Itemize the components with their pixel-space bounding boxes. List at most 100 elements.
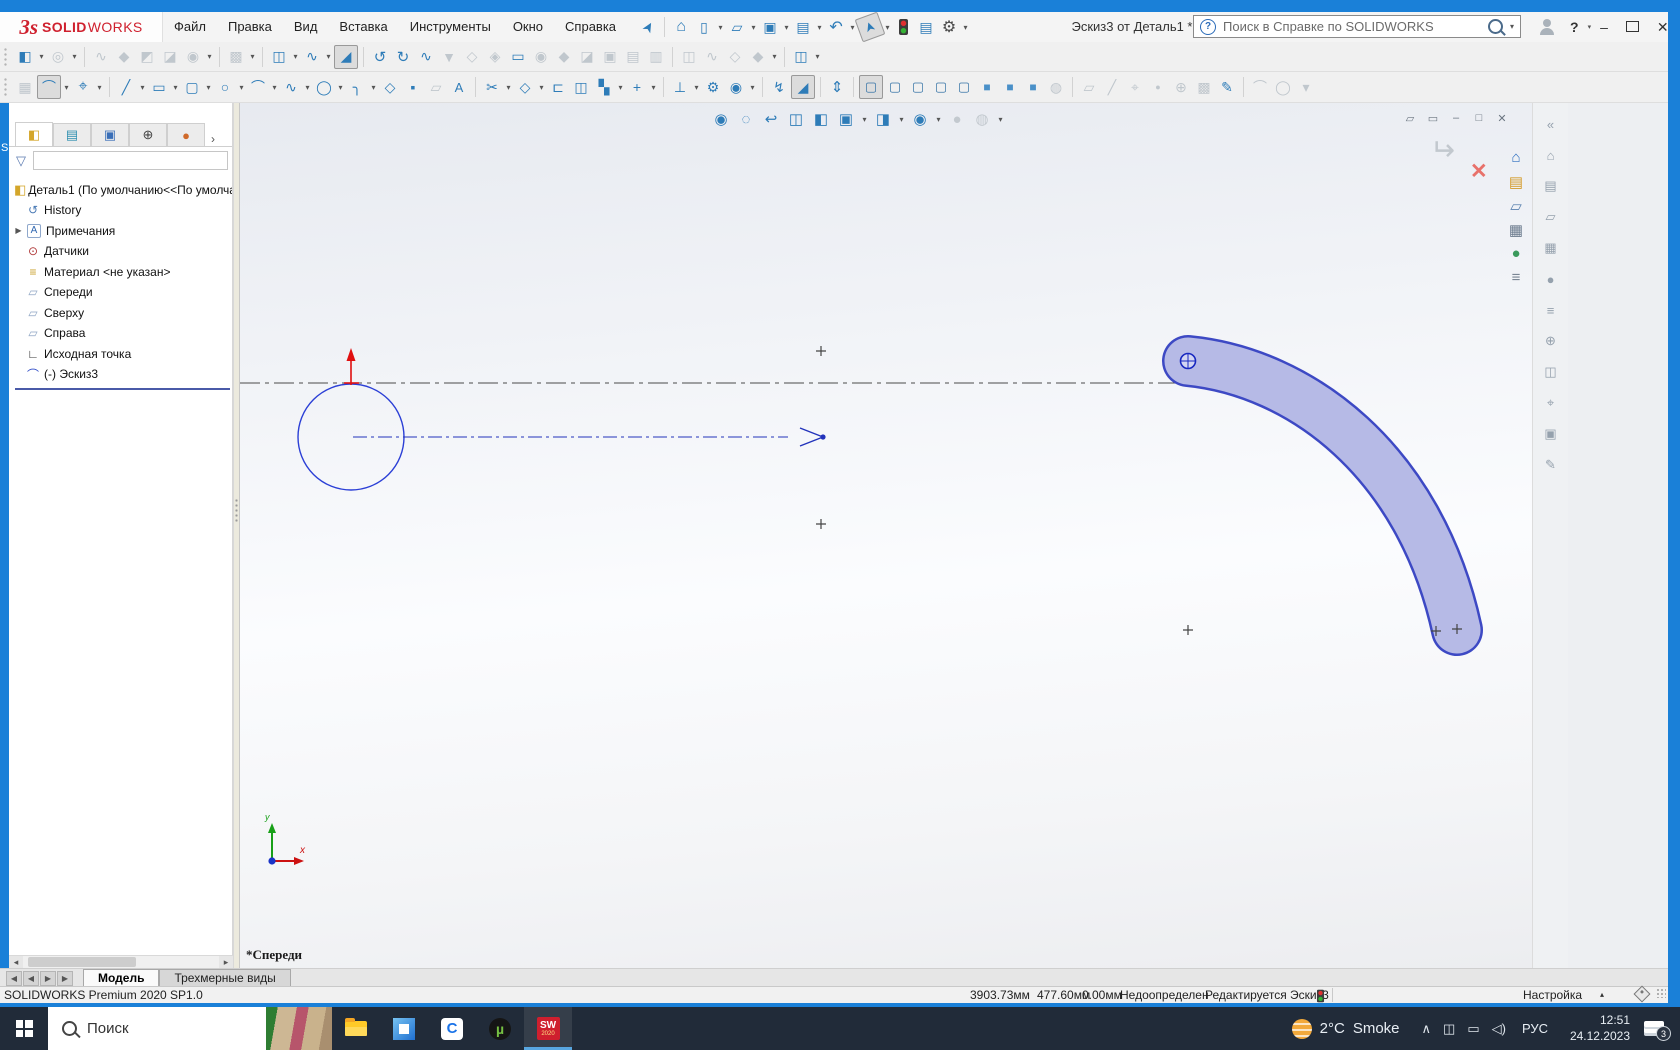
wrap-icon[interactable]: ◆ <box>553 46 575 68</box>
tab-nav-next-icon[interactable]: ▶ <box>40 971 56 986</box>
taskpane-custom-properties-tab[interactable]: ≡ <box>1504 267 1528 288</box>
curve2-icon[interactable]: ∿ <box>701 46 723 68</box>
strip-props-icon[interactable]: ≡ <box>1540 299 1562 321</box>
taskpane-home-tab[interactable]: ⌂ <box>1504 147 1528 168</box>
dropdown-icon[interactable]: ▾ <box>171 76 180 98</box>
dropdown-icon[interactable]: ▾ <box>748 76 757 98</box>
weather-widget[interactable]: 2°C Smoke <box>1292 1019 1400 1039</box>
scroll-right-icon[interactable]: ▸ <box>219 956 233 968</box>
tree-item-origin[interactable]: ∟ Исходная точка <box>13 344 232 365</box>
menu-item[interactable]: Окно <box>502 12 554 42</box>
trim-entities-icon[interactable]: ✂ <box>481 76 503 98</box>
magnify-icon[interactable]: ◧ <box>810 108 832 130</box>
taskbar-search-box[interactable]: Поиск <box>48 1007 332 1050</box>
start-button[interactable] <box>0 1007 48 1050</box>
sep[interactable] <box>672 47 673 67</box>
customize-caret-icon[interactable]: ▴ <box>1600 990 1604 999</box>
hide-show-items-icon[interactable]: ◉ <box>909 108 931 130</box>
tree-item-material[interactable]: ≡ Материал <не указан> <box>13 262 232 283</box>
dimxpertmanager-tab[interactable]: ⊕ <box>129 123 167 146</box>
box-feature-icon[interactable]: ▣ <box>599 46 621 68</box>
display-style-icon[interactable]: ◨ <box>872 108 894 130</box>
combine-icon[interactable]: ◪ <box>576 46 598 68</box>
taskpane-design-library-tab[interactable]: ▤ <box>1504 171 1528 192</box>
taskpane-appearances-tab[interactable]: ● <box>1504 243 1528 264</box>
quick-snaps-icon[interactable]: ◉ <box>725 76 747 98</box>
view-left-icon[interactable]: ▢ <box>907 76 929 98</box>
dropdown-icon[interactable]: ▾ <box>37 46 46 68</box>
strip-file-icon[interactable]: ▱ <box>1540 206 1562 228</box>
sep[interactable] <box>820 77 821 97</box>
sep[interactable] <box>109 77 110 97</box>
view-flashlight-icon[interactable]: ◍ <box>1045 76 1067 98</box>
repair-sketch-icon[interactable]: ⚙ <box>702 76 724 98</box>
sep[interactable] <box>1243 77 1244 97</box>
sketch-icon[interactable]: ⌒ <box>37 75 61 99</box>
home-icon[interactable]: ⌂ <box>670 16 692 38</box>
tab-nav-last-icon[interactable]: ▶ <box>57 971 73 986</box>
expand-arrow-icon[interactable]: ▶ <box>13 226 24 235</box>
plane-feature-icon[interactable]: ▭ <box>507 46 529 68</box>
line-icon[interactable]: ╱ <box>115 76 137 98</box>
zoom-fit-icon[interactable]: ◉ <box>710 108 732 130</box>
sep[interactable] <box>1072 77 1073 97</box>
view-right-icon[interactable]: ▢ <box>930 76 952 98</box>
dropdown-icon[interactable]: ▾ <box>961 16 970 38</box>
menu-item[interactable]: Инструменты <box>399 12 502 42</box>
view-settings-icon[interactable]: ◍ <box>971 108 993 130</box>
spline-icon[interactable]: ∿ <box>280 76 302 98</box>
settings-gear-icon[interactable]: ⚙ <box>938 16 960 38</box>
linear-pattern-icon[interactable]: ▚ <box>593 76 615 98</box>
search-highlight-image[interactable] <box>266 1007 332 1050</box>
dropdown-icon[interactable]: ▾ <box>70 46 79 68</box>
dropdown-icon[interactable]: ▾ <box>813 46 822 68</box>
convert-entities-icon[interactable]: ◇ <box>514 76 536 98</box>
filter-input[interactable] <box>33 151 228 170</box>
zoom-area-icon[interactable]: ◌ <box>735 108 757 130</box>
search-caret-icon[interactable]: ▾ <box>1510 22 1514 31</box>
customize-label[interactable]: Настройка <box>1523 988 1582 1002</box>
taskpane-view-palette-tab[interactable]: ▦ <box>1504 219 1528 240</box>
strip-collapse-icon[interactable]: « <box>1540 113 1562 135</box>
featuremanager-tab[interactable]: ◧ <box>15 122 53 146</box>
tray-volume-icon[interactable]: ◁) <box>1492 1021 1506 1037</box>
view-top-icon[interactable]: ▢ <box>953 76 975 98</box>
sep[interactable] <box>84 47 85 67</box>
dropdown-icon[interactable]: ▾ <box>897 108 906 130</box>
dropdown-icon[interactable]: ▾ <box>692 76 701 98</box>
taskbar-explorer-button[interactable] <box>332 1007 380 1050</box>
arrow-endpoint[interactable] <box>820 434 825 439</box>
menu-item[interactable]: Справка <box>554 12 627 42</box>
tree-item-annotations[interactable]: ▶ A Примечания <box>13 221 232 242</box>
taskpane-file-explorer-tab[interactable]: ▱ <box>1504 195 1528 216</box>
dropdown-icon[interactable]: ▾ <box>237 76 246 98</box>
view-trimetric-icon[interactable]: ■ <box>1022 76 1044 98</box>
sep[interactable] <box>853 77 854 97</box>
tag-icon[interactable] <box>1634 986 1651 1003</box>
strip-section-icon[interactable]: ◫ <box>1540 361 1562 383</box>
sep[interactable] <box>664 17 665 37</box>
dropdown-icon[interactable]: ▾ <box>815 16 824 38</box>
arc-icon[interactable]: ⌒ <box>247 76 269 98</box>
taskbar-solidworks-button[interactable]: SW 2020 <box>524 1007 572 1050</box>
rectangle-icon[interactable]: ▭ <box>148 76 170 98</box>
tab-model[interactable]: Модель <box>83 969 159 986</box>
propertymanager-tab[interactable]: ▤ <box>53 123 91 146</box>
offset-entities-icon[interactable]: ⊏ <box>547 76 569 98</box>
mirror2-icon[interactable]: ◫ <box>678 46 700 68</box>
dropdown-icon[interactable]: ▾ <box>537 76 546 98</box>
toolbar-grip[interactable] <box>2 76 9 98</box>
maximize-button[interactable] <box>1617 12 1648 42</box>
dropdown-icon[interactable]: ▾ <box>782 16 791 38</box>
sep[interactable] <box>475 77 476 97</box>
ref-coordinate-icon[interactable]: ⌖ <box>1124 76 1146 98</box>
strip-home-icon[interactable]: ⌂ <box>1540 144 1562 166</box>
dropdown-icon[interactable]: ▾ <box>616 76 625 98</box>
strip-add-icon[interactable]: ⊕ <box>1540 330 1562 352</box>
options-list-icon[interactable]: ▤ <box>915 16 937 38</box>
sep[interactable] <box>219 47 220 67</box>
strip-target-icon[interactable]: ⌖ <box>1540 392 1562 414</box>
circle-icon[interactable]: ○ <box>214 76 236 98</box>
strip-edit-icon[interactable]: ✎ <box>1540 454 1562 476</box>
save-icon[interactable]: ▣ <box>759 16 781 38</box>
